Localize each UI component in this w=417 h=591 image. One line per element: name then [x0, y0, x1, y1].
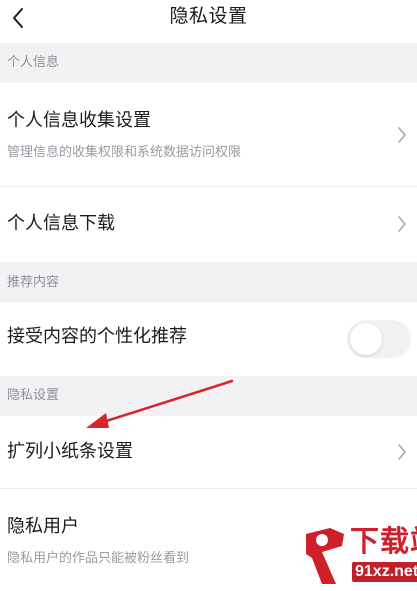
- toggle-knob: [350, 323, 382, 355]
- watermark-logo: [300, 524, 348, 588]
- row-friend-note-settings[interactable]: 扩列小纸条设置: [0, 416, 417, 488]
- watermark-url: 91xz.net: [352, 562, 417, 582]
- chevron-right-icon: [396, 126, 408, 144]
- chevron-right-icon: [396, 215, 408, 233]
- row-title: 隐私用户: [7, 516, 79, 537]
- section-label: 个人信息: [7, 55, 60, 70]
- site-watermark: 下载站 91xz.net: [300, 518, 417, 591]
- page-title: 隐私设置: [169, 5, 248, 27]
- row-personal-info-download[interactable]: 个人信息下载: [0, 187, 417, 262]
- row-title: 接受内容的个性化推荐: [7, 326, 187, 347]
- row-title: 个人信息下载: [7, 213, 115, 234]
- section-header-personal-info: 个人信息: [0, 43, 417, 83]
- privacy-settings-page: 隐私设置 个人信息 个人信息收集设置 管理信息的收集权限和系统数据访问权限 个人…: [0, 0, 417, 591]
- watermark-name: 下载站: [350, 524, 417, 558]
- section-header-privacy-settings: 隐私设置: [0, 376, 417, 416]
- chevron-right-icon: [396, 443, 408, 461]
- row-personalized-recommendation: 接受内容的个性化推荐: [0, 302, 417, 376]
- row-personal-info-collection[interactable]: 个人信息收集设置 管理信息的收集权限和系统数据访问权限: [0, 83, 417, 186]
- section-label: 隐私设置: [7, 388, 60, 403]
- row-subtitle: 隐私用户的作品只能被粉丝看到: [7, 551, 190, 566]
- section-label: 推荐内容: [7, 275, 60, 290]
- nav-header: 隐私设置: [0, 0, 417, 43]
- row-title: 扩列小纸条设置: [7, 441, 133, 462]
- row-title: 个人信息收集设置: [7, 110, 151, 131]
- row-subtitle: 管理信息的收集权限和系统数据访问权限: [7, 145, 242, 160]
- section-header-recommended-content: 推荐内容: [0, 262, 417, 302]
- personalized-recommendation-toggle[interactable]: [347, 320, 411, 358]
